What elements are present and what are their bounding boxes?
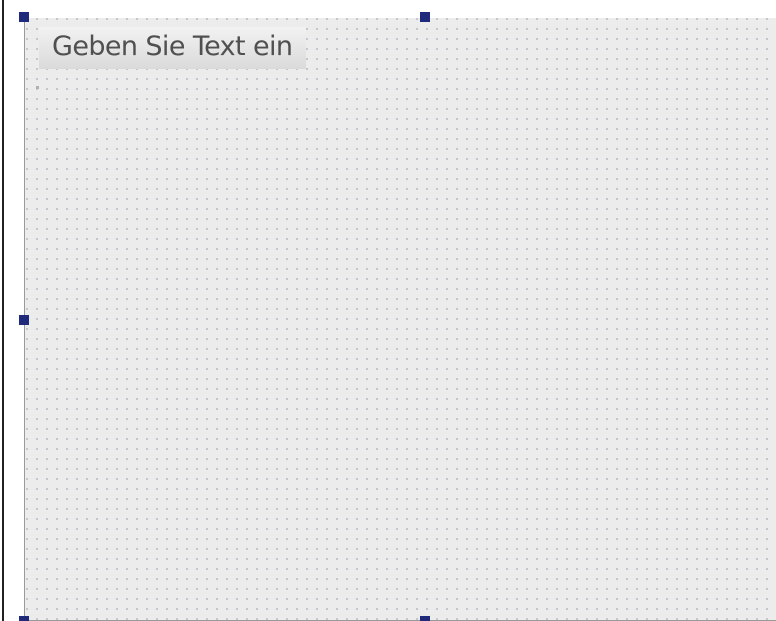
resize-handle-middle-left-icon[interactable] (19, 315, 29, 325)
resize-handle-bottom-left-icon[interactable] (19, 616, 29, 621)
form-canvas[interactable]: Geben Sie Text ein (24, 18, 776, 621)
resize-handle-top-left-icon[interactable] (19, 12, 29, 22)
form-designer-view: Geben Sie Text ein (0, 0, 776, 621)
menu-bar-placeholder[interactable]: Geben Sie Text ein (39, 27, 307, 69)
grid-origin-marker (36, 86, 39, 89)
resize-handle-top-center-icon[interactable] (420, 12, 430, 22)
resize-handle-bottom-center-icon[interactable] (420, 616, 430, 621)
window-left-edge (2, 0, 4, 621)
